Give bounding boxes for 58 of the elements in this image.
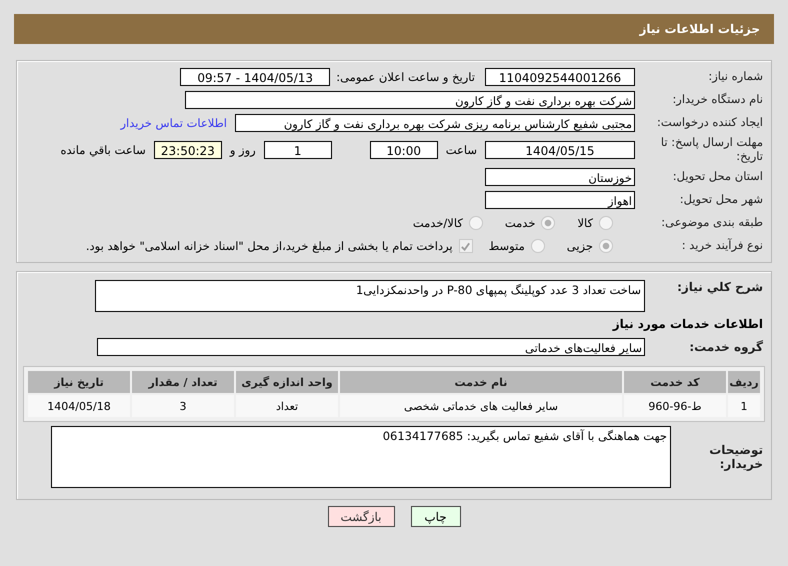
province-field: خوزستان bbox=[485, 168, 635, 186]
radio-label: جزیی bbox=[566, 239, 593, 253]
days-label: روز و bbox=[230, 143, 256, 157]
checkmark-icon bbox=[460, 240, 472, 252]
buyer-name-field: شرکت بهره برداری نفت و گاز کارون bbox=[185, 91, 635, 109]
field-label: استان محل تحویل: bbox=[672, 170, 763, 184]
buyer-notes-field: جهت هماهنگی با آقای شفیع تماس بگیرید: 06134177685 bbox=[51, 426, 671, 488]
buyer-contact-link[interactable]: اطلاعات تماس خریدار bbox=[120, 116, 227, 130]
column-header: کد خدمت bbox=[624, 371, 726, 393]
radio-button[interactable] bbox=[468, 216, 483, 230]
radio-label: خدمت bbox=[504, 216, 536, 230]
field-label: شماره نیاز: bbox=[707, 70, 763, 84]
city-field: اهواز bbox=[485, 191, 635, 209]
need-number-field: 1104092544001266 bbox=[485, 68, 635, 86]
time-label: ساعت bbox=[446, 143, 477, 157]
section-title: اطلاعات خدمات مورد نياز bbox=[612, 317, 763, 331]
service-group-field: سایر فعالیت‌های خدماتی bbox=[97, 338, 645, 356]
column-header: تاریخ نیاز bbox=[28, 371, 130, 393]
column-header: واحد اندازه گیری bbox=[236, 371, 338, 393]
column-header: ردیف bbox=[728, 371, 760, 393]
remaining-label: ساعت باقي مانده bbox=[60, 143, 146, 157]
column-header: نام خدمت bbox=[340, 371, 622, 393]
field-label: تاریخ و ساعت اعلان عمومی: bbox=[336, 70, 475, 84]
radio-button[interactable] bbox=[530, 239, 545, 253]
table-cell: 1 bbox=[728, 395, 760, 417]
radio-button[interactable] bbox=[541, 216, 556, 230]
table-cell: سایر فعالیت های خدماتی شخصی bbox=[340, 395, 622, 417]
field-label: طبقه بندی موضوعی: bbox=[660, 216, 763, 230]
announce-date-field: 1404/05/13 - 09:57 bbox=[180, 68, 330, 86]
field-label: نام دستگاه خریدار: bbox=[671, 93, 763, 107]
radio-button[interactable] bbox=[599, 239, 613, 253]
radio-label: کالا/خدمت bbox=[412, 216, 463, 230]
print-button[interactable]: چاپ bbox=[410, 506, 460, 527]
radio-button[interactable] bbox=[599, 216, 613, 230]
deadline-time-field: 10:00 bbox=[370, 141, 438, 159]
page-title: جزئیات اطلاعات نیاز bbox=[639, 22, 760, 36]
table-cell: 1404/05/18 bbox=[28, 395, 130, 417]
radio-label: کالا bbox=[577, 216, 593, 230]
description-field: ساخت تعداد 3 عدد کوپلینگ پمپهای P-80 در واحدنمکزدایی1 bbox=[95, 280, 645, 312]
field-label: مهلت ارسال پاسخ: تا تاریخ: bbox=[660, 136, 763, 164]
field-label: شرح کلي نياز: bbox=[676, 280, 763, 294]
radio-label: متوسط bbox=[488, 239, 525, 253]
field-label: ایجاد کننده درخواست: bbox=[656, 116, 763, 130]
requester-field: مجتبی شفیع کارشناس برنامه ریزی شرکت بهره برداری نفت و گاز کارون bbox=[235, 114, 635, 132]
table-cell: تعداد bbox=[236, 395, 338, 417]
column-header: تعداد / مقدار bbox=[132, 371, 234, 393]
field-label: گروه خدمت: bbox=[688, 340, 763, 354]
deadline-date-field: 1404/05/15 bbox=[485, 141, 635, 159]
table-cell: 3 bbox=[132, 395, 234, 417]
checkbox[interactable] bbox=[458, 239, 473, 253]
field-label: نوع فرآیند خرید : bbox=[680, 239, 763, 253]
checkbox-label: پرداخت تمام یا بخشی از مبلغ خرید،از محل "اسناد خزانه اسلامی" خواهد بود. bbox=[86, 239, 453, 253]
field-label: شهر محل تحویل: bbox=[678, 193, 763, 207]
days-field: 1 bbox=[264, 141, 332, 159]
table-cell: ط-96-960 bbox=[624, 395, 726, 417]
field-label: توضیحات خریدار: bbox=[708, 442, 763, 472]
remaining-time-field: 23:50:23 bbox=[154, 141, 222, 159]
back-button[interactable]: بازگشت bbox=[328, 506, 394, 527]
